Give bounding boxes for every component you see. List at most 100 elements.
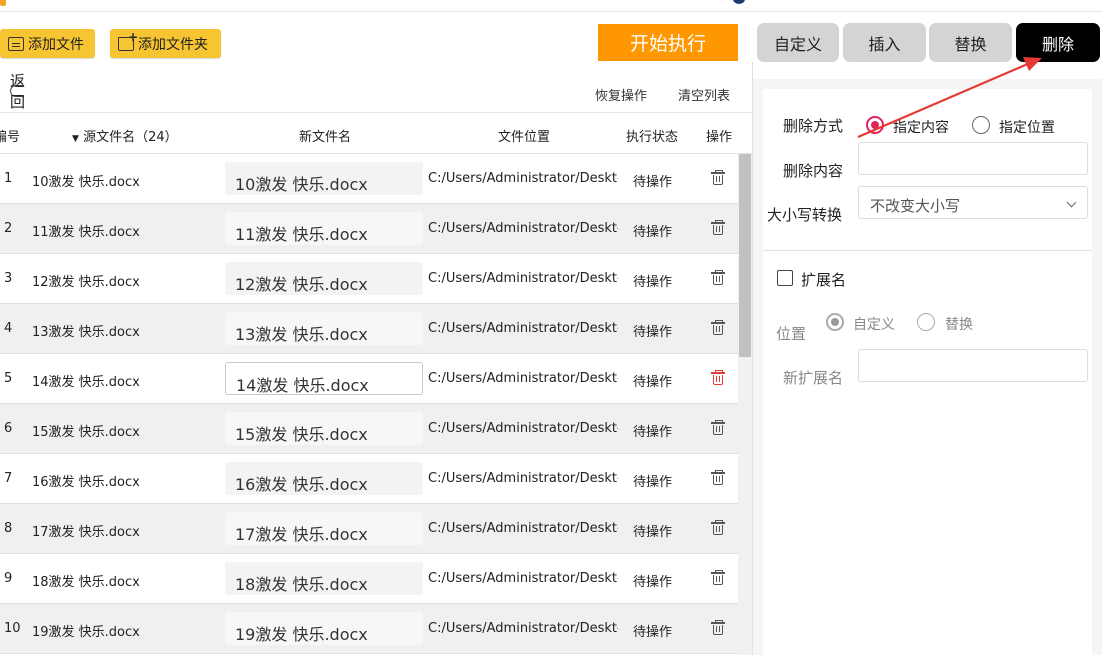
trash-icon[interactable] [711,620,725,635]
radio-position-custom[interactable] [826,313,844,331]
row-location: C:/Users/Administrator/Desktop/ [428,371,618,386]
case-convert-label: 大小写转换 [767,206,843,224]
row-location: C:/Users/Administrator/Desktop/ [428,171,618,186]
table-header: 编号 ▼ 源文件名（24） 新文件名 文件位置 执行状态 操作 [0,112,752,154]
radio-specified-position[interactable] [972,116,990,134]
table-row[interactable]: 2 11激发 快乐.docx 11激发 快乐.docx C:/Users/Adm… [0,204,738,254]
table-row[interactable]: 4 13激发 快乐.docx 13激发 快乐.docx C:/Users/Adm… [0,304,738,354]
table-row[interactable]: 1 10激发 快乐.docx 10激发 快乐.docx C:/Users/Adm… [0,154,738,204]
restore-button[interactable]: 恢复操作 [595,85,647,104]
row-status: 待操作 [633,425,673,440]
row-num: 1 [4,171,13,186]
table-row[interactable]: 3 12激发 快乐.docx 12激发 快乐.docx C:/Users/Adm… [0,254,738,304]
table-row[interactable]: 6 15激发 快乐.docx 15激发 快乐.docx C:/Users/Adm… [0,404,738,454]
table-row[interactable]: 8 17激发 快乐.docx 17激发 快乐.docx C:/Users/Adm… [0,504,738,554]
new-extension-label: 新扩展名 [783,369,844,387]
row-status: 待操作 [633,475,673,490]
scrollbar-thumb[interactable] [739,154,751,357]
delete-settings-panel: 删除方式 指定内容 指定位置 删除内容 大小写转换 不改变大小写 扩展名 位置 … [753,79,1102,655]
back-button[interactable]: 返回 [10,72,32,111]
radio-position-replace[interactable] [917,313,935,331]
tab-delete[interactable]: 删除 [1016,23,1100,62]
panel-body: 删除方式 指定内容 指定位置 删除内容 大小写转换 不改变大小写 扩展名 位置 … [763,89,1092,655]
row-location: C:/Users/Administrator/Desktop/ [428,271,618,286]
add-file-icon [8,36,24,51]
row-location: C:/Users/Administrator/Desktop/ [428,221,618,236]
radio-specified-position-label[interactable]: 指定位置 [999,117,1055,137]
row-new-name[interactable]: 16激发 快乐.docx [225,462,423,495]
trash-icon[interactable] [711,520,725,535]
row-new-name[interactable]: 14激发 快乐.docx [225,362,423,395]
trash-icon[interactable] [711,270,725,285]
trash-icon[interactable] [711,220,725,235]
radio-specified-content[interactable] [866,116,884,134]
trash-icon[interactable] [711,370,725,385]
delete-content-input[interactable] [858,142,1088,175]
extension-label[interactable]: 扩展名 [801,269,846,290]
radio-specified-content-label[interactable]: 指定内容 [893,117,949,137]
case-convert-value: 不改变大小写 [870,197,961,215]
radio-position-replace-label[interactable]: 替换 [945,314,973,334]
row-location: C:/Users/Administrator/Desktop/ [428,321,618,336]
position-label: 位置 [776,325,807,343]
trash-icon[interactable] [711,320,725,335]
extension-checkbox[interactable] [777,270,793,286]
row-num: 10 [4,621,21,636]
add-file-button[interactable]: 添加文件 [0,29,95,58]
new-extension-input[interactable] [858,349,1088,382]
add-folder-label: 添加文件夹 [138,36,208,53]
title-bar [0,0,1102,12]
trash-icon[interactable] [711,420,725,435]
table-row[interactable]: 9 18激发 快乐.docx 18激发 快乐.docx C:/Users/Adm… [0,554,738,604]
col-source[interactable]: ▼ 源文件名（24） [72,126,178,145]
row-status: 待操作 [633,625,673,640]
col-source-label: 源文件名（24） [83,130,178,145]
radio-position-custom-label[interactable]: 自定义 [853,314,895,334]
delete-content-label: 删除内容 [783,162,844,180]
add-folder-button[interactable]: 添加文件夹 [110,29,221,58]
row-new-name[interactable]: 11激发 快乐.docx [225,212,423,245]
tab-replace[interactable]: 替换 [929,23,1012,62]
row-source: 12激发 快乐.docx [32,275,140,290]
row-new-name[interactable]: 15激发 快乐.docx [225,412,423,445]
list-scrollbar[interactable] [738,154,752,655]
row-source: 18激发 快乐.docx [32,575,140,590]
app-logo-icon [0,0,6,6]
row-new-name[interactable]: 19激发 快乐.docx [225,612,423,645]
row-new-name[interactable]: 18激发 快乐.docx [225,562,423,595]
row-new-name[interactable]: 12激发 快乐.docx [225,262,423,295]
row-num: 2 [4,221,13,236]
row-status: 待操作 [633,525,673,540]
table-row[interactable]: 10 19激发 快乐.docx 19激发 快乐.docx C:/Users/Ad… [0,604,738,654]
row-num: 8 [4,521,13,536]
start-button[interactable]: 开始执行 [598,24,738,61]
tab-insert[interactable]: 插入 [843,23,926,62]
row-status: 待操作 [633,225,673,240]
row-source: 15激发 快乐.docx [32,425,140,440]
clear-list-button[interactable]: 清空列表 [678,85,730,104]
row-location: C:/Users/Administrator/Desktop/ [428,621,618,636]
table-row[interactable]: 5 14激发 快乐.docx 14激发 快乐.docx C:/Users/Adm… [0,354,738,404]
row-source: 14激发 快乐.docx [32,375,140,390]
add-folder-icon [118,30,138,51]
row-location: C:/Users/Administrator/Desktop/ [428,421,618,436]
row-status: 待操作 [633,325,673,340]
row-source: 13激发 快乐.docx [32,325,140,340]
row-new-name[interactable]: 13激发 快乐.docx [225,312,423,345]
row-num: 6 [4,421,13,436]
trash-icon[interactable] [711,470,725,485]
section-divider [763,250,1092,251]
case-convert-select[interactable]: 不改变大小写 [858,186,1088,219]
row-num: 5 [4,371,13,386]
file-list: 1 10激发 快乐.docx 10激发 快乐.docx C:/Users/Adm… [0,154,738,655]
trash-icon[interactable] [711,570,725,585]
row-new-name[interactable]: 17激发 快乐.docx [225,512,423,545]
sort-desc-icon: ▼ [72,134,79,144]
table-row[interactable]: 7 16激发 快乐.docx 16激发 快乐.docx C:/Users/Adm… [0,454,738,504]
chevron-down-icon [1066,197,1077,208]
trash-icon[interactable] [711,170,725,185]
tab-custom[interactable]: 自定义 [757,23,839,62]
col-num: 编号 [0,130,21,145]
col-status: 执行状态 [626,130,679,145]
row-new-name[interactable]: 10激发 快乐.docx [225,162,423,195]
